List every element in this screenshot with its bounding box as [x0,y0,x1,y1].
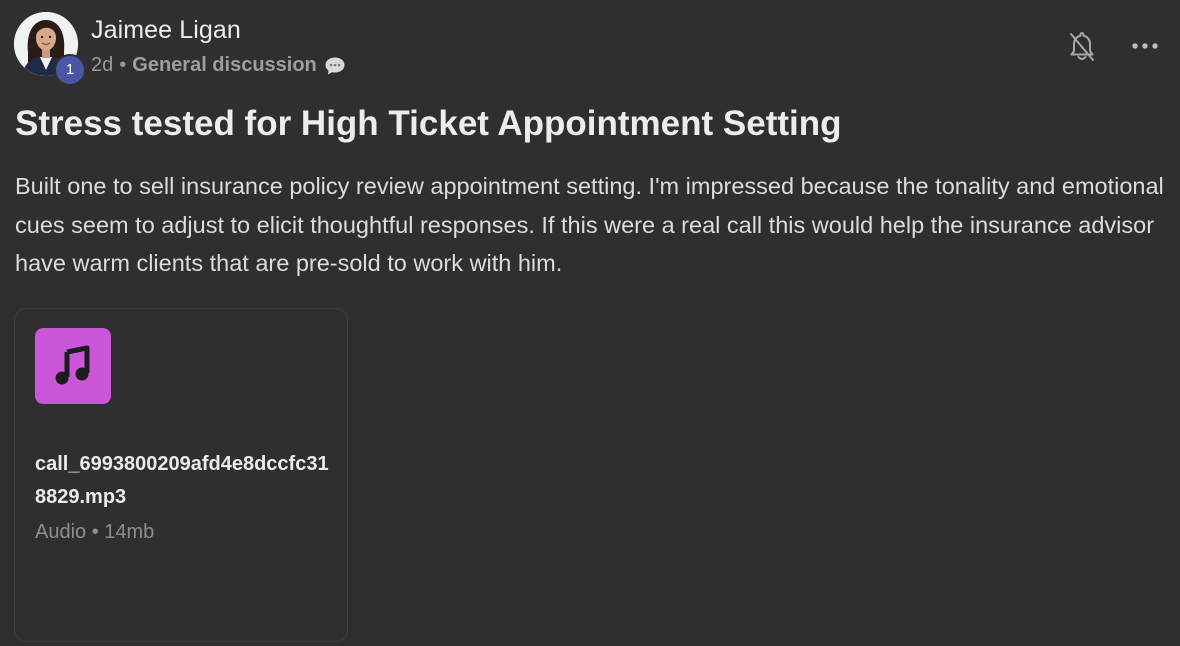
post-meta: 2d • General discussion [91,54,346,77]
more-options-button[interactable] [1128,36,1164,56]
speech-bubble-icon [324,56,346,76]
file-type-badge [35,328,111,404]
post-card: 1 Jaimee Ligan 2d • General discussion S… [0,0,1180,646]
author-name[interactable]: Jaimee Ligan [91,16,241,45]
more-horizontal-icon [1132,43,1158,49]
author-avatar-container[interactable]: 1 [14,12,86,86]
post-time[interactable]: 2d [91,54,113,77]
audio-attachment-card[interactable]: call_6993800209afd4e8dccfc318829.mp3 Aud… [14,308,348,642]
music-note-icon [55,345,90,385]
attachment-meta: Audio • 14mb [35,521,155,543]
attachment-file-name[interactable]: call_6993800209afd4e8dccfc318829.mp3 [35,448,335,514]
category-link[interactable]: General discussion [132,54,317,77]
notification-toggle-button[interactable] [1066,30,1098,64]
post-body: Built one to sell insurance policy revie… [15,173,1164,276]
post-title: Stress tested for High Ticket Appointmen… [15,104,842,143]
meta-separator: • [119,54,127,76]
level-badge: 1 [54,54,86,86]
bell-muted-icon [1070,32,1094,61]
